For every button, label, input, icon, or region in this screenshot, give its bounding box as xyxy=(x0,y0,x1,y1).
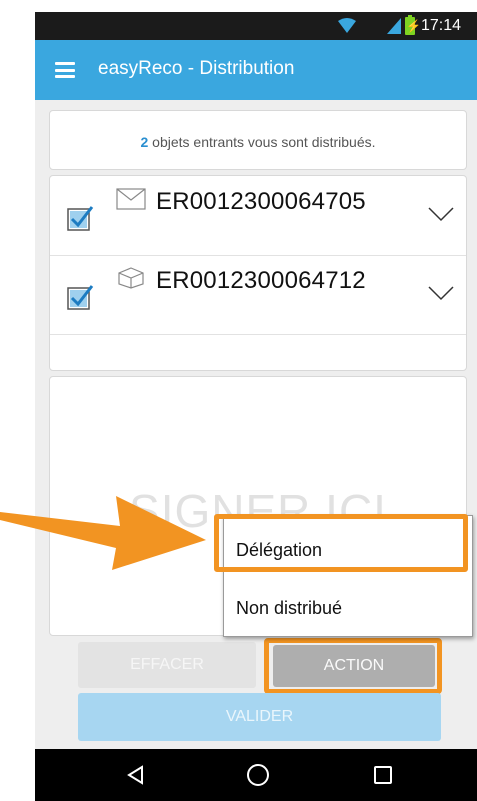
tracking-number: ER0012300064712 xyxy=(156,267,366,294)
distribution-info-text: 2 objets entrants vous sont distribués. xyxy=(50,134,466,150)
wifi-icon xyxy=(338,18,356,33)
recent-apps-icon[interactable] xyxy=(374,766,392,784)
status-time: 17:14 xyxy=(421,17,462,34)
list-item[interactable]: ER0012300064712 xyxy=(50,255,466,335)
chevron-down-icon[interactable] xyxy=(428,206,454,222)
navigation-bar xyxy=(35,749,477,801)
list-item[interactable]: ER0012300064705 xyxy=(50,176,466,256)
distribution-info-card: 2 objets entrants vous sont distribués. xyxy=(49,110,467,170)
phone-screen: ⚡ 17:14 easyReco - Distribution 2 objets… xyxy=(35,12,477,801)
status-bar: ⚡ 17:14 xyxy=(35,12,477,40)
items-list: ER0012300064705 ER0012300064712 xyxy=(49,175,467,371)
signal-icon xyxy=(387,18,401,34)
effacer-button[interactable]: EFFACER xyxy=(78,642,256,688)
distribution-count: 2 xyxy=(140,134,149,150)
action-button[interactable]: ACTION xyxy=(273,645,435,687)
menu-item-non-distribue[interactable]: Non distribué xyxy=(224,580,472,636)
delegation-highlight xyxy=(214,514,468,572)
checkbox-checked-icon[interactable] xyxy=(67,283,94,310)
package-icon xyxy=(118,267,144,289)
charging-bolt-icon: ⚡ xyxy=(406,19,421,33)
app-title: easyReco - Distribution xyxy=(98,58,295,79)
pointer-arrow-icon xyxy=(0,496,206,570)
app-bar: easyReco - Distribution xyxy=(35,40,477,100)
tracking-number: ER0012300064705 xyxy=(156,188,366,215)
chevron-down-icon[interactable] xyxy=(428,285,454,301)
home-icon[interactable] xyxy=(247,764,269,786)
hamburger-menu-icon[interactable] xyxy=(55,62,75,78)
distribution-message: objets entrants vous sont distribués. xyxy=(152,134,376,150)
back-icon[interactable] xyxy=(126,765,146,785)
valider-button[interactable]: VALIDER xyxy=(78,693,441,741)
checkbox-checked-icon[interactable] xyxy=(67,204,94,231)
envelope-icon xyxy=(116,188,146,210)
